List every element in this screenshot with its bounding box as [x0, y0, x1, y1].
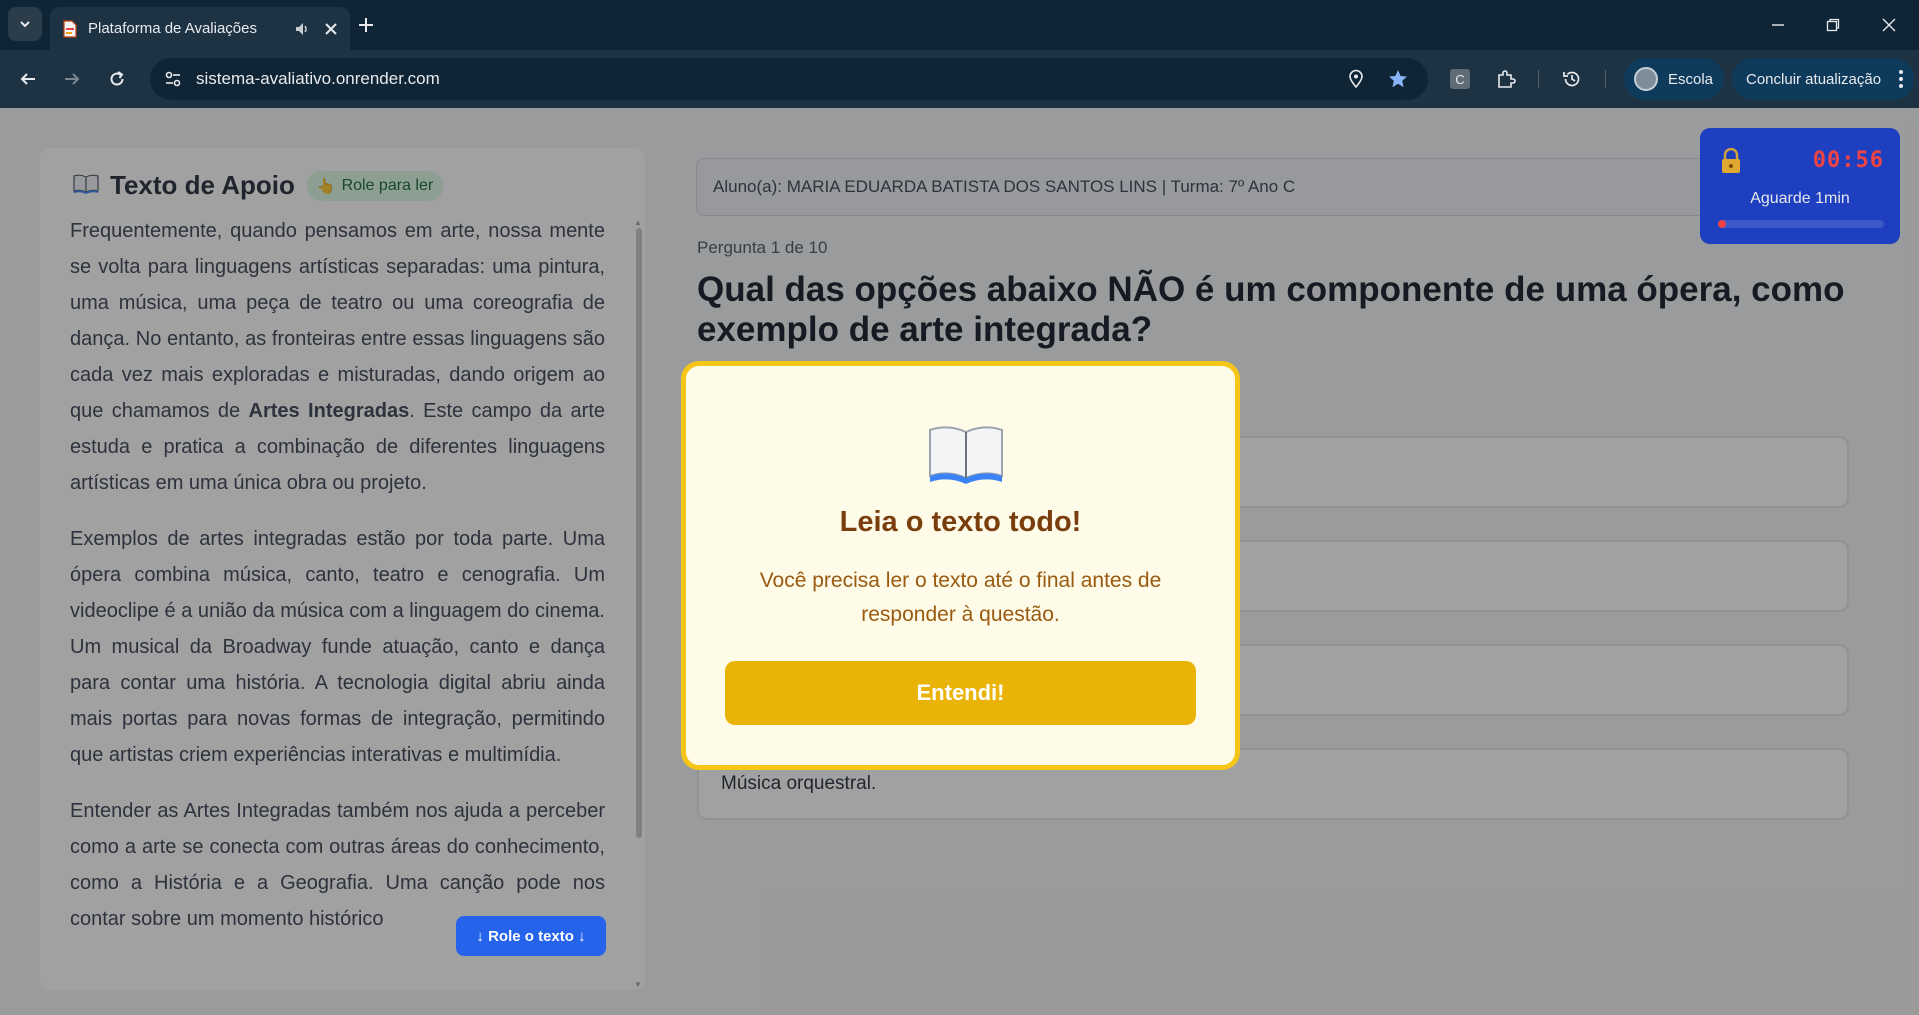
address-bar[interactable]: sistema-avaliativo.onrender.com — [150, 58, 1428, 100]
close-icon — [1882, 18, 1896, 32]
modal-message: Você precisa ler o texto até o final ant… — [759, 569, 1162, 626]
restore-icon — [1826, 18, 1840, 32]
site-settings-icon[interactable] — [162, 68, 184, 90]
extension-c-letter: C — [1450, 69, 1470, 89]
browser-tab-bar: Plataforma de Avaliações — [0, 0, 1919, 50]
update-button[interactable]: Concluir atualização — [1732, 58, 1914, 100]
back-button[interactable] — [12, 63, 44, 95]
arrow-right-icon — [65, 73, 80, 85]
extension-c-icon[interactable]: C — [1446, 65, 1474, 93]
close-window-button[interactable] — [1862, 0, 1916, 50]
chevron-down-icon — [20, 21, 30, 28]
extensions-puzzle-icon[interactable] — [1492, 65, 1520, 93]
arrow-left-icon — [20, 73, 35, 85]
location-icon[interactable] — [1345, 68, 1367, 90]
restore-button[interactable] — [1806, 0, 1860, 50]
reload-button[interactable] — [101, 63, 133, 95]
bookmark-star-icon[interactable] — [1387, 68, 1409, 90]
url-text[interactable]: sistema-avaliativo.onrender.com — [196, 69, 440, 89]
tab-search-button[interactable] — [8, 7, 42, 41]
open-book-icon — [926, 420, 1006, 491]
lock-icon — [1720, 147, 1742, 179]
speaker-icon[interactable] — [294, 21, 310, 37]
browser-tab[interactable]: Plataforma de Avaliações — [50, 7, 350, 50]
tab-title: Plataforma de Avaliações — [88, 20, 257, 37]
reload-icon — [110, 71, 124, 86]
profile-label: Escola — [1668, 70, 1714, 88]
page-favicon-icon — [62, 19, 78, 38]
plus-icon — [359, 18, 373, 32]
read-text-modal: Leia o texto todo! Você precisa ler o te… — [681, 361, 1240, 770]
profile-button[interactable]: Escola — [1624, 58, 1724, 100]
toolbar-separator — [1605, 70, 1606, 88]
timer-time: 00:56 — [1812, 148, 1884, 173]
toolbar-separator — [1538, 70, 1539, 88]
menu-dots-icon[interactable] — [1898, 69, 1904, 93]
timer-wait-label: Aguarde 1min — [1750, 190, 1850, 207]
update-label: Concluir atualização — [1746, 70, 1882, 88]
timer-widget: 00:56 Aguarde 1min — [1700, 128, 1900, 244]
scroll-hint-button[interactable]: ↓ Role o texto ↓ — [456, 916, 606, 956]
avatar — [1634, 67, 1658, 91]
minimize-icon — [1772, 24, 1784, 26]
timer-progress-bar — [1718, 220, 1884, 228]
modal-title: Leia o texto todo! — [839, 506, 1082, 538]
timer-progress-fill — [1718, 220, 1726, 228]
new-tab-button[interactable] — [352, 11, 380, 39]
understood-button[interactable]: Entendi! — [725, 661, 1196, 725]
minimize-button[interactable] — [1751, 0, 1805, 50]
history-icon[interactable] — [1558, 65, 1586, 93]
browser-toolbar: sistema-avaliativo.onrender.com C Escola… — [0, 50, 1919, 108]
close-tab-icon[interactable] — [324, 22, 338, 36]
forward-button[interactable] — [56, 63, 88, 95]
